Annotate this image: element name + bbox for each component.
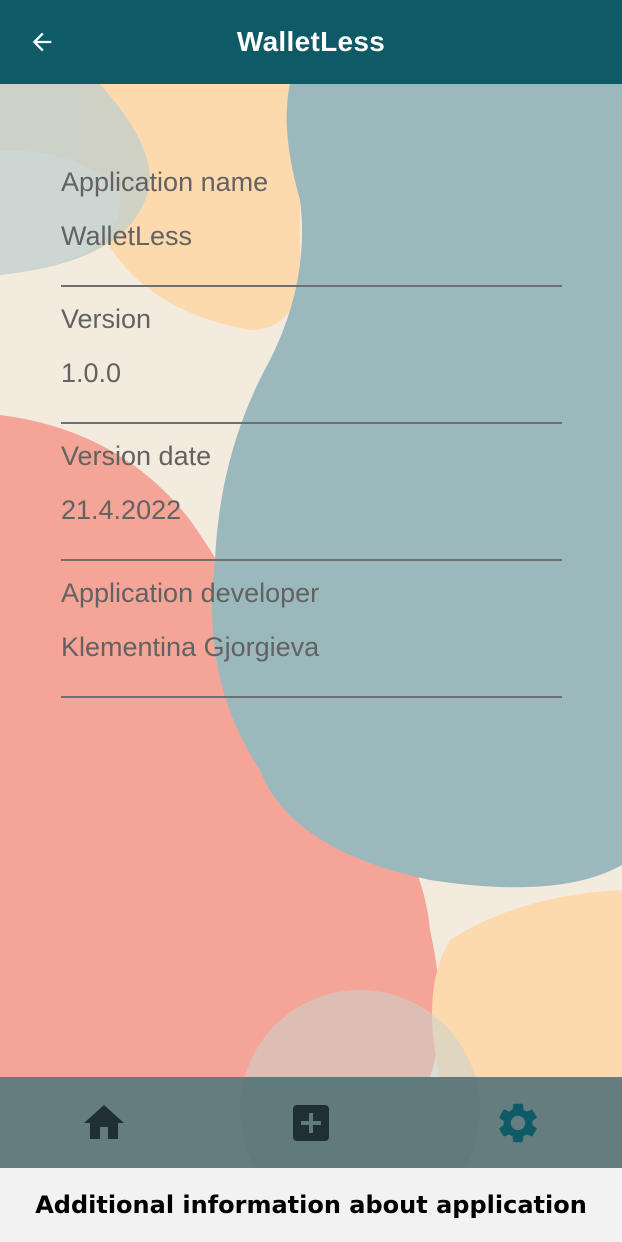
info-item-app-name: Application name WalletLess <box>61 150 562 287</box>
info-label: Application name <box>61 167 269 197</box>
bottom-nav <box>0 1077 622 1168</box>
arrow-left-icon <box>32 32 52 52</box>
info-item-version-date: Version date 21.4.2022 <box>61 424 562 561</box>
gear-icon <box>499 1103 537 1142</box>
info-label: Version date <box>61 441 212 471</box>
info-item-version: Version 1.0.0 <box>61 287 562 424</box>
add-box-icon <box>292 1104 329 1141</box>
page-title: WalletLess <box>236 26 386 57</box>
info-value: 21.4.2022 <box>61 495 182 525</box>
nav-home-button[interactable] <box>0 1077 207 1168</box>
caption: Additional information about application <box>0 1168 622 1242</box>
app-bar: WalletLess <box>0 0 622 84</box>
info-label: Version <box>61 304 152 334</box>
home-icon <box>83 1104 124 1139</box>
info-item-developer: Application developer Klementina Gjorgie… <box>61 561 562 698</box>
info-value: 1.0.0 <box>61 358 122 388</box>
info-value: Klementina Gjorgieva <box>61 632 320 662</box>
info-value: WalletLess <box>61 221 193 251</box>
caption-text: Additional information about application <box>35 1191 587 1219</box>
back-button[interactable] <box>22 22 62 62</box>
settings-about-screen: WalletLess Application name WalletLess V… <box>0 0 622 1168</box>
info-list: Application name WalletLess Version 1.0.… <box>61 150 562 698</box>
nav-add-button[interactable] <box>207 1077 414 1168</box>
info-label: Application developer <box>61 578 320 608</box>
nav-settings-button[interactable] <box>415 1077 622 1168</box>
